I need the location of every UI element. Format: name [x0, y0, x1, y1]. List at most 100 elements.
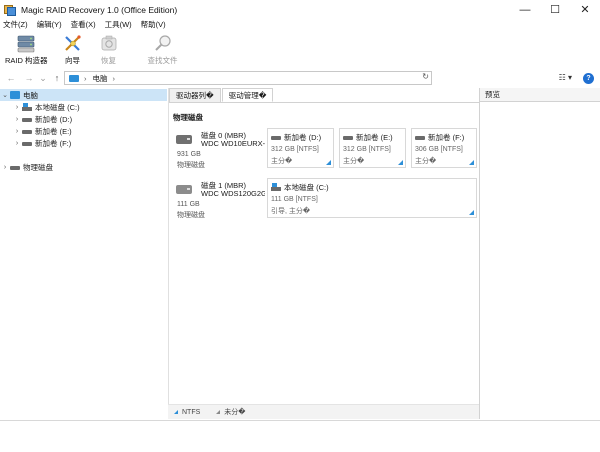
volume-f[interactable]: 新加卷 (F:) 306 GB [NTFS] 主分�	[411, 128, 477, 168]
history-dropdown[interactable]: ⌄	[36, 73, 50, 84]
find-file-label: 查找文件	[147, 56, 178, 65]
chevron-right-icon[interactable]: ›	[12, 104, 22, 111]
ntfs-marker	[469, 160, 474, 165]
legend-label: 未分�	[224, 409, 246, 416]
legend-unallocated: 未分�	[216, 407, 245, 417]
tree-item-label: 物理磁盘	[23, 162, 53, 172]
volume-name: 新加卷 (F:)	[428, 133, 465, 142]
section-title: 物理磁盘	[173, 113, 203, 122]
volume-e[interactable]: 新加卷 (E:) 312 GB [NTFS] 主分�	[339, 128, 406, 168]
title-bar: Magic RAID Recovery 1.0 (Office Edition)…	[0, 0, 600, 19]
chevron-right-icon[interactable]: ›	[12, 128, 22, 135]
volume-size: 306 GB [NTFS]	[415, 146, 463, 153]
volume-c[interactable]: 本地磁盘 (C:) 111 GB [NTFS] 引导, 主分�	[267, 178, 477, 218]
minimize-button[interactable]: —	[510, 0, 540, 19]
tree-item-drive-c[interactable]: › 本地磁盘 (C:)	[0, 101, 167, 113]
tree-item-label: 新加卷 (D:)	[35, 114, 73, 124]
menu-bar: 文件(Z) 编辑(Y) 查看(X) 工具(W) 帮助(V)	[0, 18, 175, 31]
tree-item-physical-disks[interactable]: › 物理磁盘	[0, 161, 167, 173]
toolbar: RAID 构造器 向导 恢复 查找文件	[0, 31, 600, 68]
drive-icon	[343, 136, 353, 140]
disk-model: WDC WDS120G2G0A	[201, 189, 265, 198]
address-field[interactable]: › 电脑 › ↻	[64, 71, 432, 85]
disk-1-info[interactable]: 磁盘 1 (MBR) WDC WDS120G2G0A 111 GB 物理磁盘	[173, 180, 265, 220]
hard-disk-icon	[176, 185, 192, 194]
recover-label: 恢复	[101, 56, 117, 65]
preview-pane: 预览	[479, 88, 600, 419]
tree-item-drive-f[interactable]: › 新加卷 (F:)	[0, 137, 167, 149]
refresh-icon[interactable]: ↻	[422, 72, 429, 81]
volume-size: 312 GB [NTFS]	[271, 146, 319, 153]
system-drive-icon	[271, 183, 281, 191]
back-button[interactable]: ←	[4, 73, 18, 83]
ntfs-swatch	[174, 410, 178, 414]
drive-icon	[22, 142, 32, 146]
drive-icon	[22, 118, 32, 122]
volume-d[interactable]: 新加卷 (D:) 312 GB [NTFS] 主分�	[267, 128, 334, 168]
view-options-icon[interactable]: ☷ ▾	[559, 73, 572, 82]
window-title: Magic RAID Recovery 1.0 (Office Edition)	[21, 4, 178, 15]
menu-view[interactable]: 查看(X)	[71, 19, 96, 30]
volume-type: 主分�	[415, 158, 437, 165]
system-drive-icon	[22, 102, 32, 111]
partition-legend: NTFS 未分�	[168, 404, 479, 419]
ntfs-marker	[326, 160, 331, 165]
wizard-button[interactable]: 向导	[62, 31, 84, 66]
disk-size: 931 GB	[177, 151, 201, 158]
tab-drive-manager[interactable]: 驱动管理�	[221, 88, 274, 102]
volume-name: 新加卷 (D:)	[284, 133, 322, 142]
chevron-down-icon[interactable]: ⌄	[0, 91, 10, 99]
menu-file[interactable]: 文件(Z)	[3, 19, 28, 30]
status-divider	[0, 420, 600, 421]
disk-0-info[interactable]: 磁盘 0 (MBR) WDC WD10EURX-63 931 GB 物理磁盘	[173, 130, 265, 170]
close-button[interactable]: ✕	[570, 0, 600, 19]
legend-ntfs: NTFS	[174, 409, 200, 416]
maximize-button[interactable]: ☐	[540, 0, 570, 19]
up-button[interactable]: ↑	[50, 73, 64, 83]
raid-drives-icon	[15, 33, 37, 53]
help-icon[interactable]: ?	[583, 73, 594, 84]
raid-builder-button[interactable]: RAID 构造器	[5, 31, 48, 66]
menu-edit[interactable]: 编辑(Y)	[37, 19, 62, 30]
chevron-right-icon[interactable]: ›	[0, 164, 10, 171]
ntfs-marker	[469, 210, 474, 215]
breadcrumb-separator: ›	[112, 73, 116, 83]
tree-item-label: 电脑	[23, 90, 38, 100]
volume-type: 主分�	[343, 158, 365, 165]
chevron-right-icon[interactable]: ›	[12, 140, 22, 147]
tab-divider	[169, 102, 480, 103]
drive-icon	[415, 136, 425, 140]
recover-icon	[98, 33, 120, 53]
disk-type: 物理磁盘	[177, 162, 205, 169]
tab-drive-list[interactable]: 驱动器列�	[169, 88, 221, 102]
disk-size: 111 GB	[177, 201, 200, 208]
forward-button[interactable]: →	[22, 73, 36, 83]
address-bar: ← → ⌄ ↑ › 电脑 › ↻ ☷ ▾ ?	[0, 69, 600, 87]
tree-item-drive-e[interactable]: › 新加卷 (E:)	[0, 125, 167, 137]
magnifier-icon	[152, 33, 174, 53]
physical-disk-icon	[10, 166, 20, 170]
unallocated-swatch	[216, 410, 221, 414]
menu-help[interactable]: 帮助(V)	[141, 19, 166, 30]
volume-name: 本地磁盘 (C:)	[284, 183, 329, 192]
chevron-right-icon[interactable]: ›	[12, 116, 22, 123]
computer-icon	[10, 91, 20, 99]
recover-button[interactable]: 恢复	[98, 31, 120, 66]
computer-icon	[69, 74, 79, 82]
volume-size: 312 GB [NTFS]	[343, 146, 391, 153]
volume-name: 新加卷 (E:)	[356, 133, 393, 142]
tree-item-computer[interactable]: ⌄ 电脑	[0, 89, 167, 101]
tab-preview[interactable]: 预览	[480, 88, 600, 102]
drive-icon	[22, 130, 32, 134]
tab-strip: 驱动器列� 驱动管理�	[169, 88, 274, 103]
menu-tools[interactable]: 工具(W)	[105, 19, 132, 30]
drive-manager-panel: 驱动器列� 驱动管理� 物理磁盘 磁盘 0 (MBR) WDC WD10EURX…	[168, 88, 480, 419]
tree-item-label: 新加卷 (F:)	[35, 138, 72, 148]
find-file-button[interactable]: 查找文件	[148, 31, 178, 66]
tree-item-drive-d[interactable]: › 新加卷 (D:)	[0, 113, 167, 125]
hard-disk-icon	[176, 135, 192, 144]
app-logo-icon	[4, 4, 16, 16]
legend-label: NTFS	[182, 408, 201, 416]
disk-type: 物理磁盘	[177, 212, 205, 219]
breadcrumb-computer[interactable]: 电脑	[93, 73, 108, 84]
